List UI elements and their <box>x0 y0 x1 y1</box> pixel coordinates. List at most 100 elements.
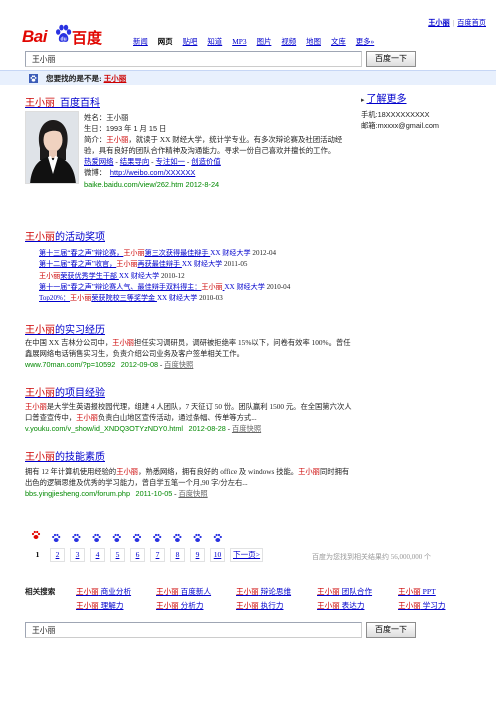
skills-snapshot-link[interactable]: 百度快照 <box>178 489 207 498</box>
nav-item[interactable]: 图片 <box>257 37 272 46</box>
award-row[interactable]: 第十二届“春之声”收官，王小丽再获最佳辩手 XX 财经大学 2011-05 <box>39 259 290 270</box>
project-result-title[interactable]: 王小丽的项目经验 <box>25 384 105 399</box>
page-link[interactable]: 3 <box>70 548 85 562</box>
baidu-home-link[interactable]: 百度首页 <box>457 19 486 27</box>
page-link[interactable]: 1 <box>30 549 45 563</box>
award-text: 再获最佳辩手 <box>137 260 182 269</box>
skills-text-b: ，熟悉网络，拥有良好的 office 及 windows 技能。 <box>138 467 299 476</box>
search-button[interactable]: 百度一下 <box>366 51 416 67</box>
phone-text: 手机:18XXXXXXXXX <box>361 110 430 119</box>
nav-item[interactable]: 文库 <box>331 37 346 46</box>
award-school: XX 财经大学 <box>181 260 223 269</box>
intern-title-suffix: 的实习经历 <box>55 325 105 336</box>
nav-item[interactable]: 网页 <box>158 37 173 46</box>
awards-result-title[interactable]: 王小丽的活动奖项 <box>25 228 105 243</box>
related-search-item[interactable]: 王小丽 表达力 <box>317 600 364 613</box>
related-term: 辩论思维 <box>258 587 292 596</box>
related-name: 王小丽 <box>317 601 340 610</box>
birth-line: 生日：1993 年 1 月 15 日 <box>84 124 167 134</box>
learn-more-link[interactable]: 了解更多 <box>367 94 407 105</box>
baike-url: baike.baidu.com/view/262.htm 2012-8-24 <box>84 179 220 189</box>
page-link[interactable]: 2 <box>50 548 65 562</box>
award-name: 王小丽 <box>116 260 138 269</box>
intern-snapshot-link[interactable]: 百度快照 <box>164 360 193 369</box>
page-link[interactable]: 4 <box>90 548 105 562</box>
intern-url: www.70man.com/?p=10592 <box>25 360 116 369</box>
baike-link-2[interactable]: 结果导向 <box>120 157 150 166</box>
skills-text-a: 拥有 12 年计算机使用经验的 <box>25 467 117 476</box>
award-text: 第十三届“春之声”辩论赛， <box>39 249 124 257</box>
page-link[interactable]: 5 <box>110 548 125 562</box>
related-search-item[interactable]: 王小丽 理解力 <box>76 600 123 613</box>
intro-line: 简介：王小丽，就读于 XX 财经大学，统计学专业。有多次辩论赛及社团活动经验，具… <box>84 134 356 156</box>
skills-result-title[interactable]: 王小丽的技能素质 <box>25 448 105 463</box>
related-search-item[interactable]: 王小丽 分析力 <box>156 600 203 613</box>
bottom-search-input[interactable]: 王小丽 <box>25 622 362 638</box>
page-link[interactable]: 6 <box>130 548 145 562</box>
related-name: 王小丽 <box>76 601 99 610</box>
weibo-link[interactable]: http://weibo.com/XXXXXX <box>110 168 195 177</box>
baike-link-4[interactable]: 创造价值 <box>191 157 221 166</box>
user-link[interactable]: 王小丽 <box>428 19 450 27</box>
pager-paw-icon <box>72 533 81 542</box>
award-name: 王小丽 <box>201 282 223 291</box>
skills-text-name-2: 王小丽 <box>298 467 320 476</box>
pager: 1 2 3 4 5 6 7 8 9 10 下一页> <box>30 548 264 563</box>
award-text: 荣获优秀学生干部 <box>60 271 119 280</box>
right-panel: ▸ 了解更多 手机:18XXXXXXXXX 邮箱:mxxxx@gmail.com <box>361 94 481 131</box>
intern-title-name: 王小丽 <box>25 325 55 336</box>
project-text-name-1: 王小丽 <box>25 402 47 411</box>
award-row[interactable]: Top20%：王小丽荣获院校三等奖学金 XX 财经大学 2010-03 <box>39 293 290 304</box>
related-search-item[interactable]: 王小丽 学习力 <box>398 600 445 613</box>
nav-item[interactable]: MP3 <box>232 37 246 46</box>
page-link[interactable]: 8 <box>170 548 185 562</box>
award-school: XX 财经大学 <box>156 294 198 303</box>
top-nav: 新闻 网页 贴吧 知道 MP3 图片 视频 地图 文库 更多» <box>133 36 384 47</box>
top-separator: | <box>452 19 455 27</box>
skills-title-name: 王小丽 <box>25 452 55 463</box>
baike-link-1[interactable]: 热爱网络 <box>84 157 114 166</box>
related-search-item[interactable]: 王小丽 商业分析 <box>76 586 131 599</box>
award-row[interactable]: 王小丽荣获优秀学生干部 XX 财经大学 2010-12 <box>39 271 290 282</box>
award-date: 2011-05 <box>222 260 248 269</box>
related-search-item[interactable]: 王小丽 百度新人 <box>156 586 211 599</box>
nav-item[interactable]: 更多» <box>356 37 374 46</box>
nav-item[interactable]: 新闻 <box>133 37 148 46</box>
related-term: 表达力 <box>339 601 365 610</box>
related-search-item[interactable]: 王小丽 PPT <box>398 586 436 599</box>
next-page-button[interactable]: 下一页> <box>230 548 264 562</box>
award-row[interactable]: 第十一届“春之声”辩论赛人气、最佳辩手双料得主：王小丽 XX 财经大学 2010… <box>39 282 290 293</box>
awards-title-name: 王小丽 <box>25 232 55 243</box>
related-search-item[interactable]: 王小丽 团队合作 <box>317 586 372 599</box>
related-name: 王小丽 <box>317 587 340 596</box>
baike-link-3[interactable]: 专注如一 <box>156 157 186 166</box>
intro-name: 王小丽 <box>106 135 129 145</box>
related-term: 百度新人 <box>178 587 212 596</box>
baike-result-title[interactable]: 王小丽_百度百科 <box>25 94 100 109</box>
nav-item[interactable]: 贴吧 <box>183 37 198 46</box>
nav-item[interactable]: 知道 <box>207 37 222 46</box>
project-snapshot-link[interactable]: 百度快照 <box>232 424 261 433</box>
suggestion-link[interactable]: 王小丽 <box>104 74 127 83</box>
profile-photo[interactable] <box>25 111 79 184</box>
pager-paw-icon <box>153 533 162 542</box>
baike-title-name: 王小丽 <box>25 98 55 109</box>
award-text: 第三次获得最佳辩手 <box>144 249 211 257</box>
award-row[interactable]: 第十三届“春之声”辩论赛，王小丽第三次获得最佳辩手 XX 财经大学 2012-0… <box>39 248 290 259</box>
page-link[interactable]: 10 <box>210 548 225 562</box>
pager-paw-icon <box>193 533 202 542</box>
nav-item[interactable]: 视频 <box>281 37 296 46</box>
baidu-logo[interactable]: Bai du 百度 <box>22 24 104 52</box>
skills-snippet: 拥有 12 年计算机使用经验的 王小丽，熟悉网络，拥有良好的 office 及 w… <box>25 467 350 498</box>
search-input[interactable]: 王小丽 <box>25 51 362 67</box>
intern-result-title[interactable]: 王小丽的实习经历 <box>25 321 105 336</box>
bottom-search-button[interactable]: 百度一下 <box>366 622 416 638</box>
page-link[interactable]: 9 <box>190 548 205 562</box>
pager-paw-icon <box>213 533 222 542</box>
page-link[interactable]: 7 <box>150 548 165 562</box>
suggestion-prefix: 您要找的是不是: <box>46 74 104 83</box>
award-school: XX 财经大学 <box>210 249 251 257</box>
nav-item[interactable]: 地图 <box>306 37 321 46</box>
related-search-item[interactable]: 王小丽 执行力 <box>236 600 283 613</box>
related-search-item[interactable]: 王小丽 辩论思维 <box>236 586 291 599</box>
